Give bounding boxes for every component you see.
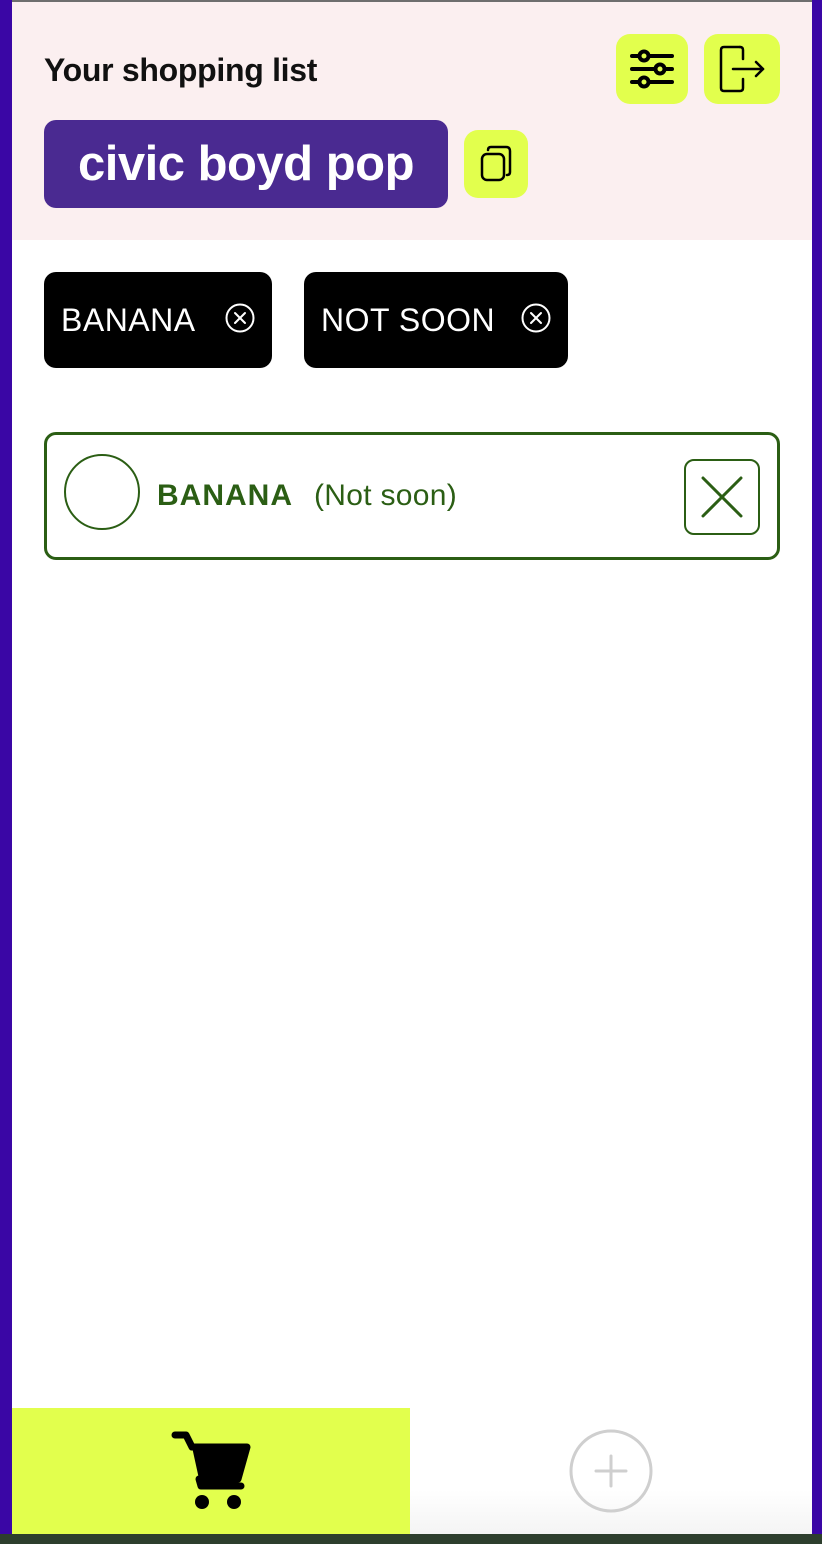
- logout-icon: [719, 45, 765, 93]
- header: Your shopping list civic boyd pop: [12, 2, 812, 240]
- circle-x-icon[interactable]: [520, 302, 552, 334]
- item-urgency: (Not soon): [314, 479, 458, 512]
- filter-chip-not-soon[interactable]: NOT SOON: [304, 272, 568, 368]
- sliders-icon: [630, 49, 674, 89]
- window-frame-bottom: [0, 1534, 822, 1544]
- settings-button[interactable]: [616, 34, 688, 104]
- item-name: BANANA: [157, 479, 293, 512]
- copy-icon: [480, 145, 512, 182]
- plus-circle-icon: [569, 1429, 653, 1513]
- filter-chip-label: NOT SOON: [321, 302, 496, 338]
- window-frame-left: [0, 0, 12, 1544]
- window-frame-right: [812, 0, 822, 1544]
- copy-token-button[interactable]: [464, 130, 528, 198]
- list-item: BANANA (Not soon): [44, 432, 780, 560]
- nav-add-item-button[interactable]: [410, 1408, 812, 1534]
- page-title: Your shopping list: [44, 52, 318, 88]
- cart-icon: [171, 1431, 251, 1509]
- nav-list-button[interactable]: [12, 1408, 410, 1534]
- x-icon: [701, 476, 743, 518]
- filter-chip-banana[interactable]: BANANA: [44, 272, 272, 368]
- item-purchased-checkbox[interactable]: [64, 454, 140, 530]
- delete-item-button[interactable]: [684, 459, 760, 535]
- logout-button[interactable]: [704, 34, 780, 104]
- bottom-nav: [12, 1408, 812, 1534]
- filter-chip-label: BANANA: [61, 302, 196, 338]
- circle-x-icon[interactable]: [224, 302, 256, 334]
- list-token: civic boyd pop: [44, 120, 448, 208]
- app: Your shopping list civic boyd pop BANANA…: [12, 2, 812, 1534]
